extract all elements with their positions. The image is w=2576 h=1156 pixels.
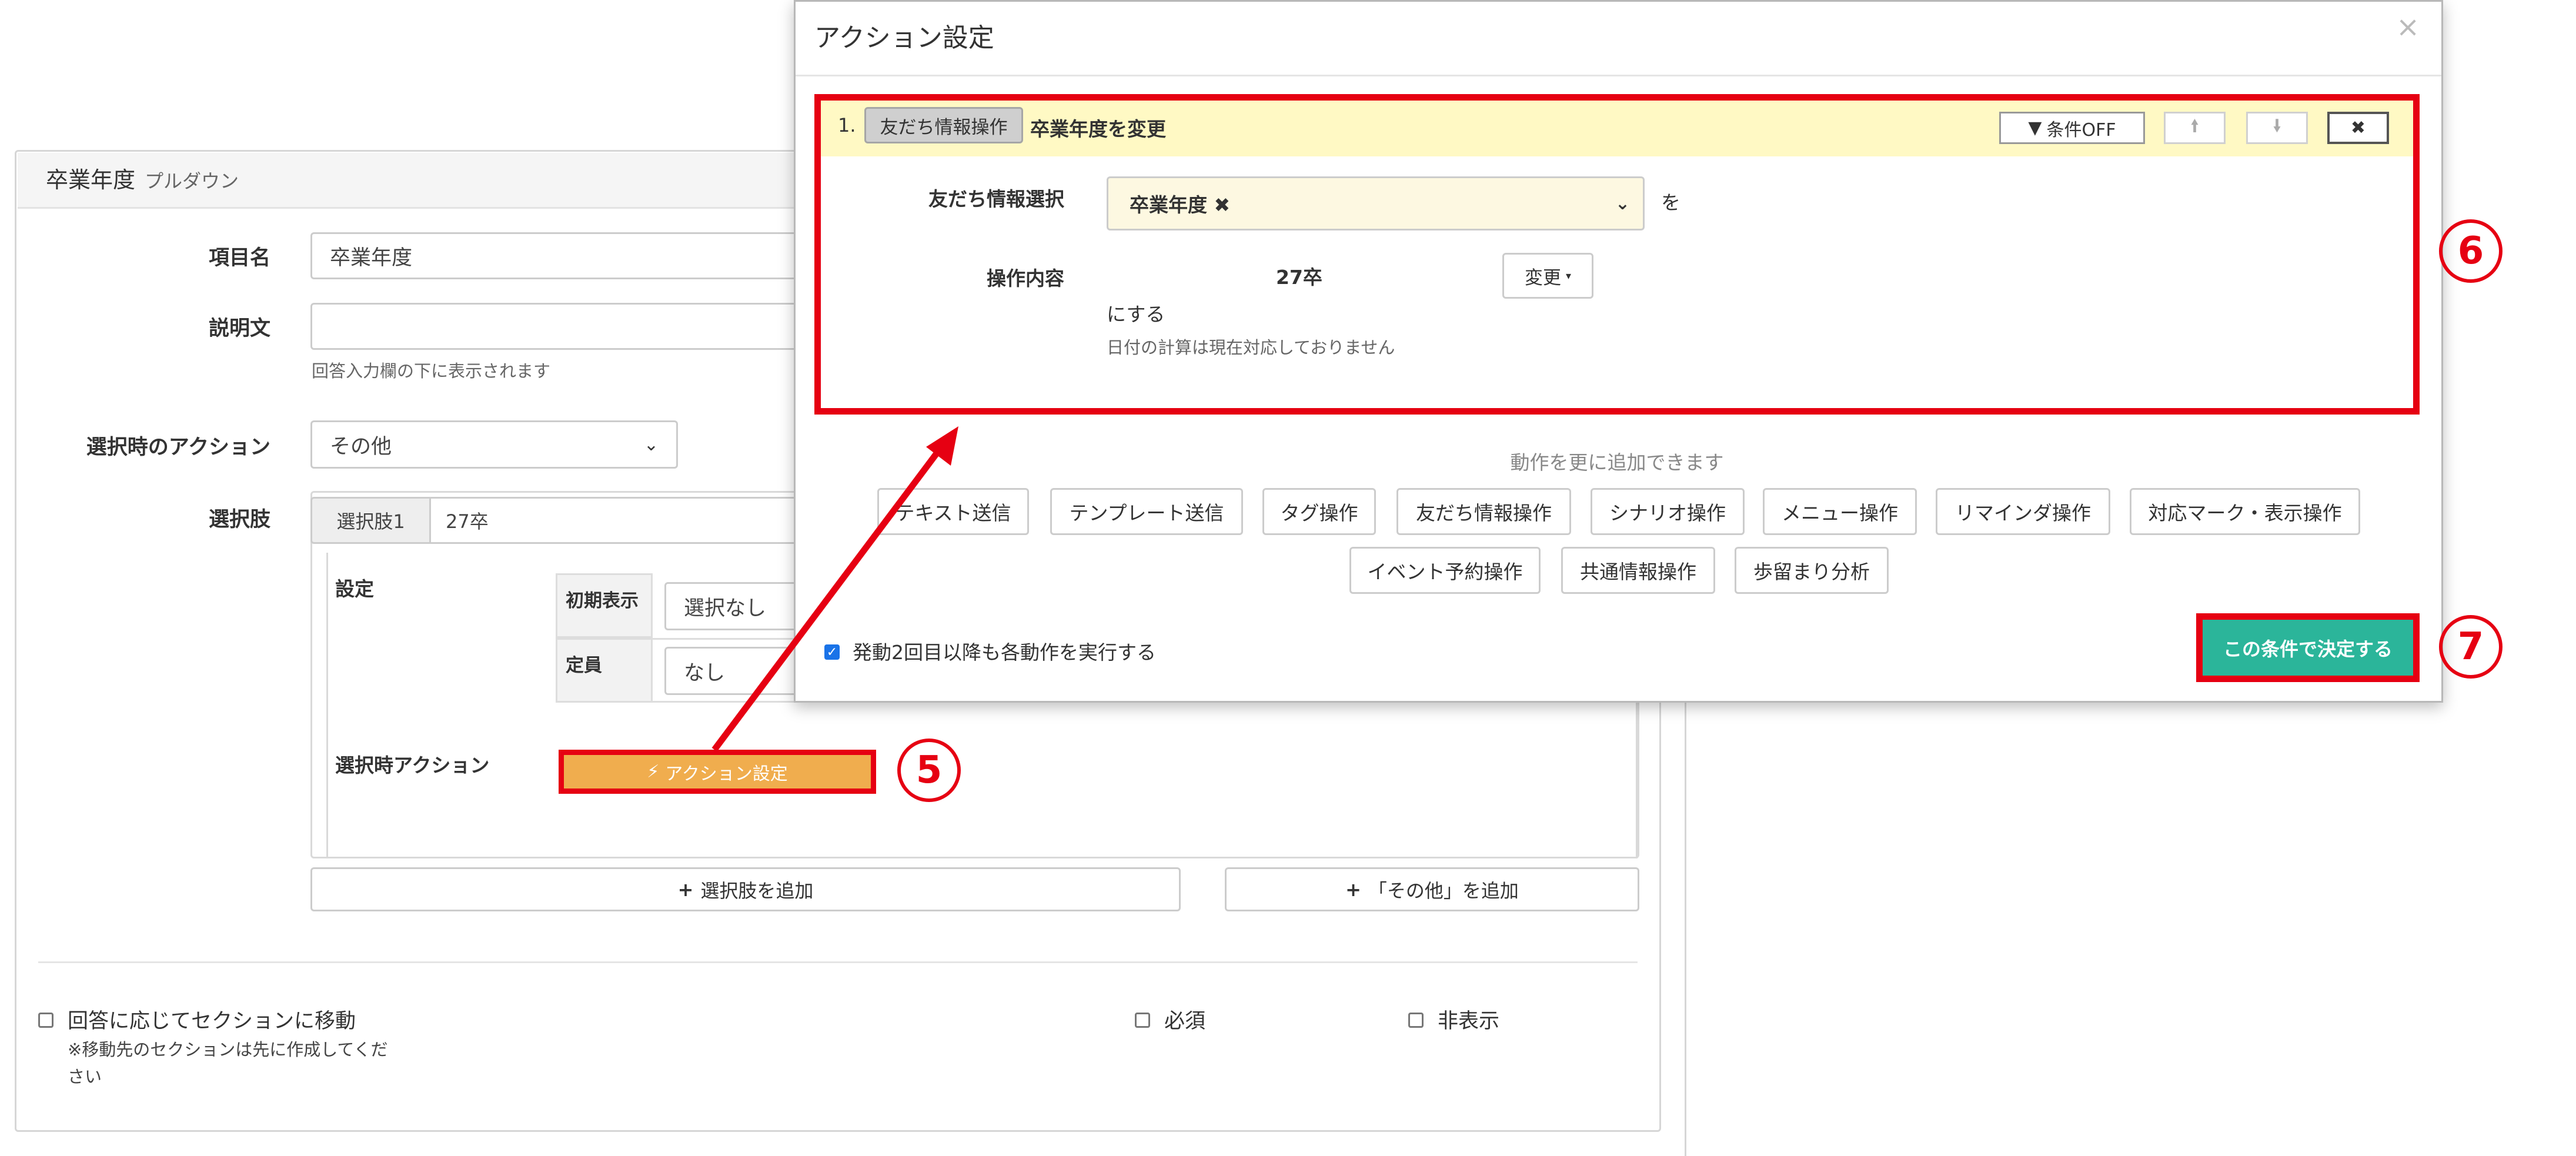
step-number: 1. [838,114,856,136]
description-help: 回答入力欄の下に表示されます [312,361,551,381]
friend-info-select[interactable]: 卒業年度 ✖ ⌄ [1107,176,1645,230]
item-name-label: 項目名 [208,246,270,270]
friend-info-tag: 卒業年度 ✖ [1130,189,1230,218]
item-name-input[interactable]: 卒業年度 [310,232,798,279]
hidden-checkbox[interactable] [1408,1013,1424,1028]
operation-label: 操作内容 [987,267,1064,290]
capacity-label: 定員 [556,638,653,703]
panel-title-text: 卒業年度 [46,167,136,193]
friend-info-value: 卒業年度 [1130,193,1207,216]
add-more-help: 動作を更に追加できます [1510,451,1724,474]
repeat-label: 発動2回目以降も各動作を実行する [853,641,1156,664]
select-action-value: その他 [330,435,392,459]
delete-step-button[interactable]: ✖ [2327,112,2389,144]
plus-icon: + [1345,878,1361,901]
action-text-send[interactable]: テキスト送信 [877,488,1029,535]
add-other-button[interactable]: + 「その他」を追加 [1225,867,1639,911]
choices-label: 選択肢 [208,508,270,532]
condition-off-label: 条件OFF [2046,119,2116,141]
move-up-button[interactable]: 🠙 [2164,112,2226,144]
action-settings-label: アクション設定 [665,763,788,784]
action-event-booking[interactable]: イベント予約操作 [1349,547,1541,594]
required-checkbox[interactable] [1135,1013,1150,1028]
caret-down-icon: ▾ [1565,269,1572,282]
operation-suffix: にする [1107,303,1165,326]
callout-6-ring: 6 [2439,219,2503,283]
settings-label: 設定 [335,577,374,600]
action-friend-info[interactable]: 友だち情報操作 [1396,488,1571,535]
close-icon: ✖ [2350,118,2366,138]
operation-help: 日付の計算は現在対応しておりません [1107,338,1395,358]
modal-header [796,2,2441,76]
action-settings-button[interactable]: ⚡ アクション設定 [559,750,876,794]
description-input[interactable] [310,303,798,350]
add-choice-label: 選択肢を追加 [700,879,814,902]
change-button[interactable]: 変更 ▾ [1502,253,1593,299]
divider [38,961,1638,963]
lightning-icon: ⚡ [647,761,660,782]
move-down-button[interactable]: 🠛 [2246,112,2308,144]
close-icon[interactable]: × [2396,11,2420,44]
step-type-badge: 友だち情報操作 [864,107,1023,143]
action-reminder[interactable]: リマインダ操作 [1936,488,2110,535]
callout-6: 6 [2435,216,2506,286]
arrow-down-icon: 🠛 [2272,116,2282,136]
step-title: 卒業年度を変更 [1030,118,1166,141]
add-other-label: 「その他」を追加 [1368,879,1519,902]
chevron-down-icon: ⌄ [1615,193,1630,214]
action-scenario[interactable]: シナリオ操作 [1591,488,1745,535]
modal-title: アクション設定 [814,23,994,53]
description-label: 説明文 [208,317,270,340]
arrow-up-icon: 🠙 [2190,116,2200,136]
plus-icon: + [677,878,694,901]
chevron-down-icon: ⌄ [643,434,659,455]
callout-7: 7 [2435,612,2506,682]
action-mark-display[interactable]: 対応マーク・表示操作 [2130,488,2360,535]
select-action-label: 選択時のアクション [86,436,270,459]
check-icon: ✓ [826,644,838,660]
choice-addon: 選択肢1 [310,497,431,544]
action-menu[interactable]: メニュー操作 [1763,488,1917,535]
repeat-checkbox[interactable]: ✓ [824,644,840,660]
action-yield-analysis[interactable]: 歩留まり分析 [1735,547,1889,594]
action-common-info[interactable]: 共通情報操作 [1561,547,1715,594]
move-section-label: 回答に応じてセクションに移動 [68,1010,356,1033]
select-action-dropdown[interactable]: その他 ⌄ [310,420,678,469]
add-choice-button[interactable]: + 選択肢を追加 [310,867,1181,911]
initial-display-value: 選択なし [684,596,767,620]
callout-5-ring: 5 [897,739,961,802]
move-section-note: ※移動先のセクションは先に作成してください [68,1040,388,1087]
hidden-label: 非表示 [1438,1010,1500,1033]
panel-subtitle: プルダウン [145,170,239,192]
on-select-action-label: 選択時アクション [335,754,490,777]
panel-title: 卒業年度 プルダウン [46,162,239,194]
callout-5: 5 [894,735,964,806]
callout-7-ring: 7 [2439,615,2503,679]
filter-icon: ▼ [2028,118,2042,138]
required-label: 必須 [1164,1010,1206,1033]
change-label: 変更 [1524,267,1561,289]
move-section-checkbox[interactable] [38,1013,54,1028]
condition-off-button[interactable]: ▼ 条件OFF [1999,112,2145,144]
action-template-send[interactable]: テンプレート送信 [1050,488,1243,535]
initial-display-label: 初期表示 [556,573,653,638]
friend-info-label: 友だち情報選択 [928,188,1064,211]
tag-remove-icon[interactable]: ✖ [1214,193,1231,216]
confirm-button[interactable]: この条件で決定する [2196,613,2420,682]
friend-info-suffix: を [1661,191,1680,214]
operation-value: 27卒 [1276,266,1322,289]
action-tag[interactable]: タグ操作 [1262,488,1376,535]
